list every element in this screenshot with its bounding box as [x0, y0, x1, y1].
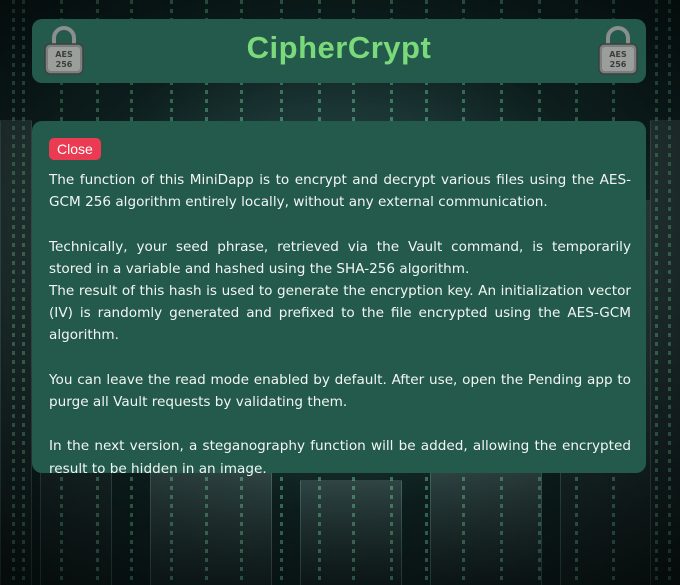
- padlock-icon: AES 256: [596, 24, 640, 76]
- info-paragraph: You can leave the read mode enabled by d…: [49, 371, 631, 410]
- info-panel: Close The function of this MiniDapp is t…: [32, 121, 646, 477]
- info-paragraph: The result of this hash is used to gener…: [49, 283, 631, 344]
- app-header: AES 256 CipherCrypt AES 256: [32, 19, 646, 83]
- close-button[interactable]: Close: [49, 138, 101, 160]
- info-text: The function of this MiniDapp is to encr…: [49, 169, 631, 480]
- info-paragraph: In the next version, a steganography fun…: [49, 438, 631, 477]
- app-title: CipherCrypt: [246, 30, 432, 65]
- info-paragraph: Technically, your seed phrase, retrieved…: [49, 238, 631, 277]
- svg-text:AES: AES: [609, 50, 627, 59]
- info-paragraph: The function of this MiniDapp is to encr…: [49, 172, 631, 211]
- svg-text:256: 256: [610, 60, 627, 69]
